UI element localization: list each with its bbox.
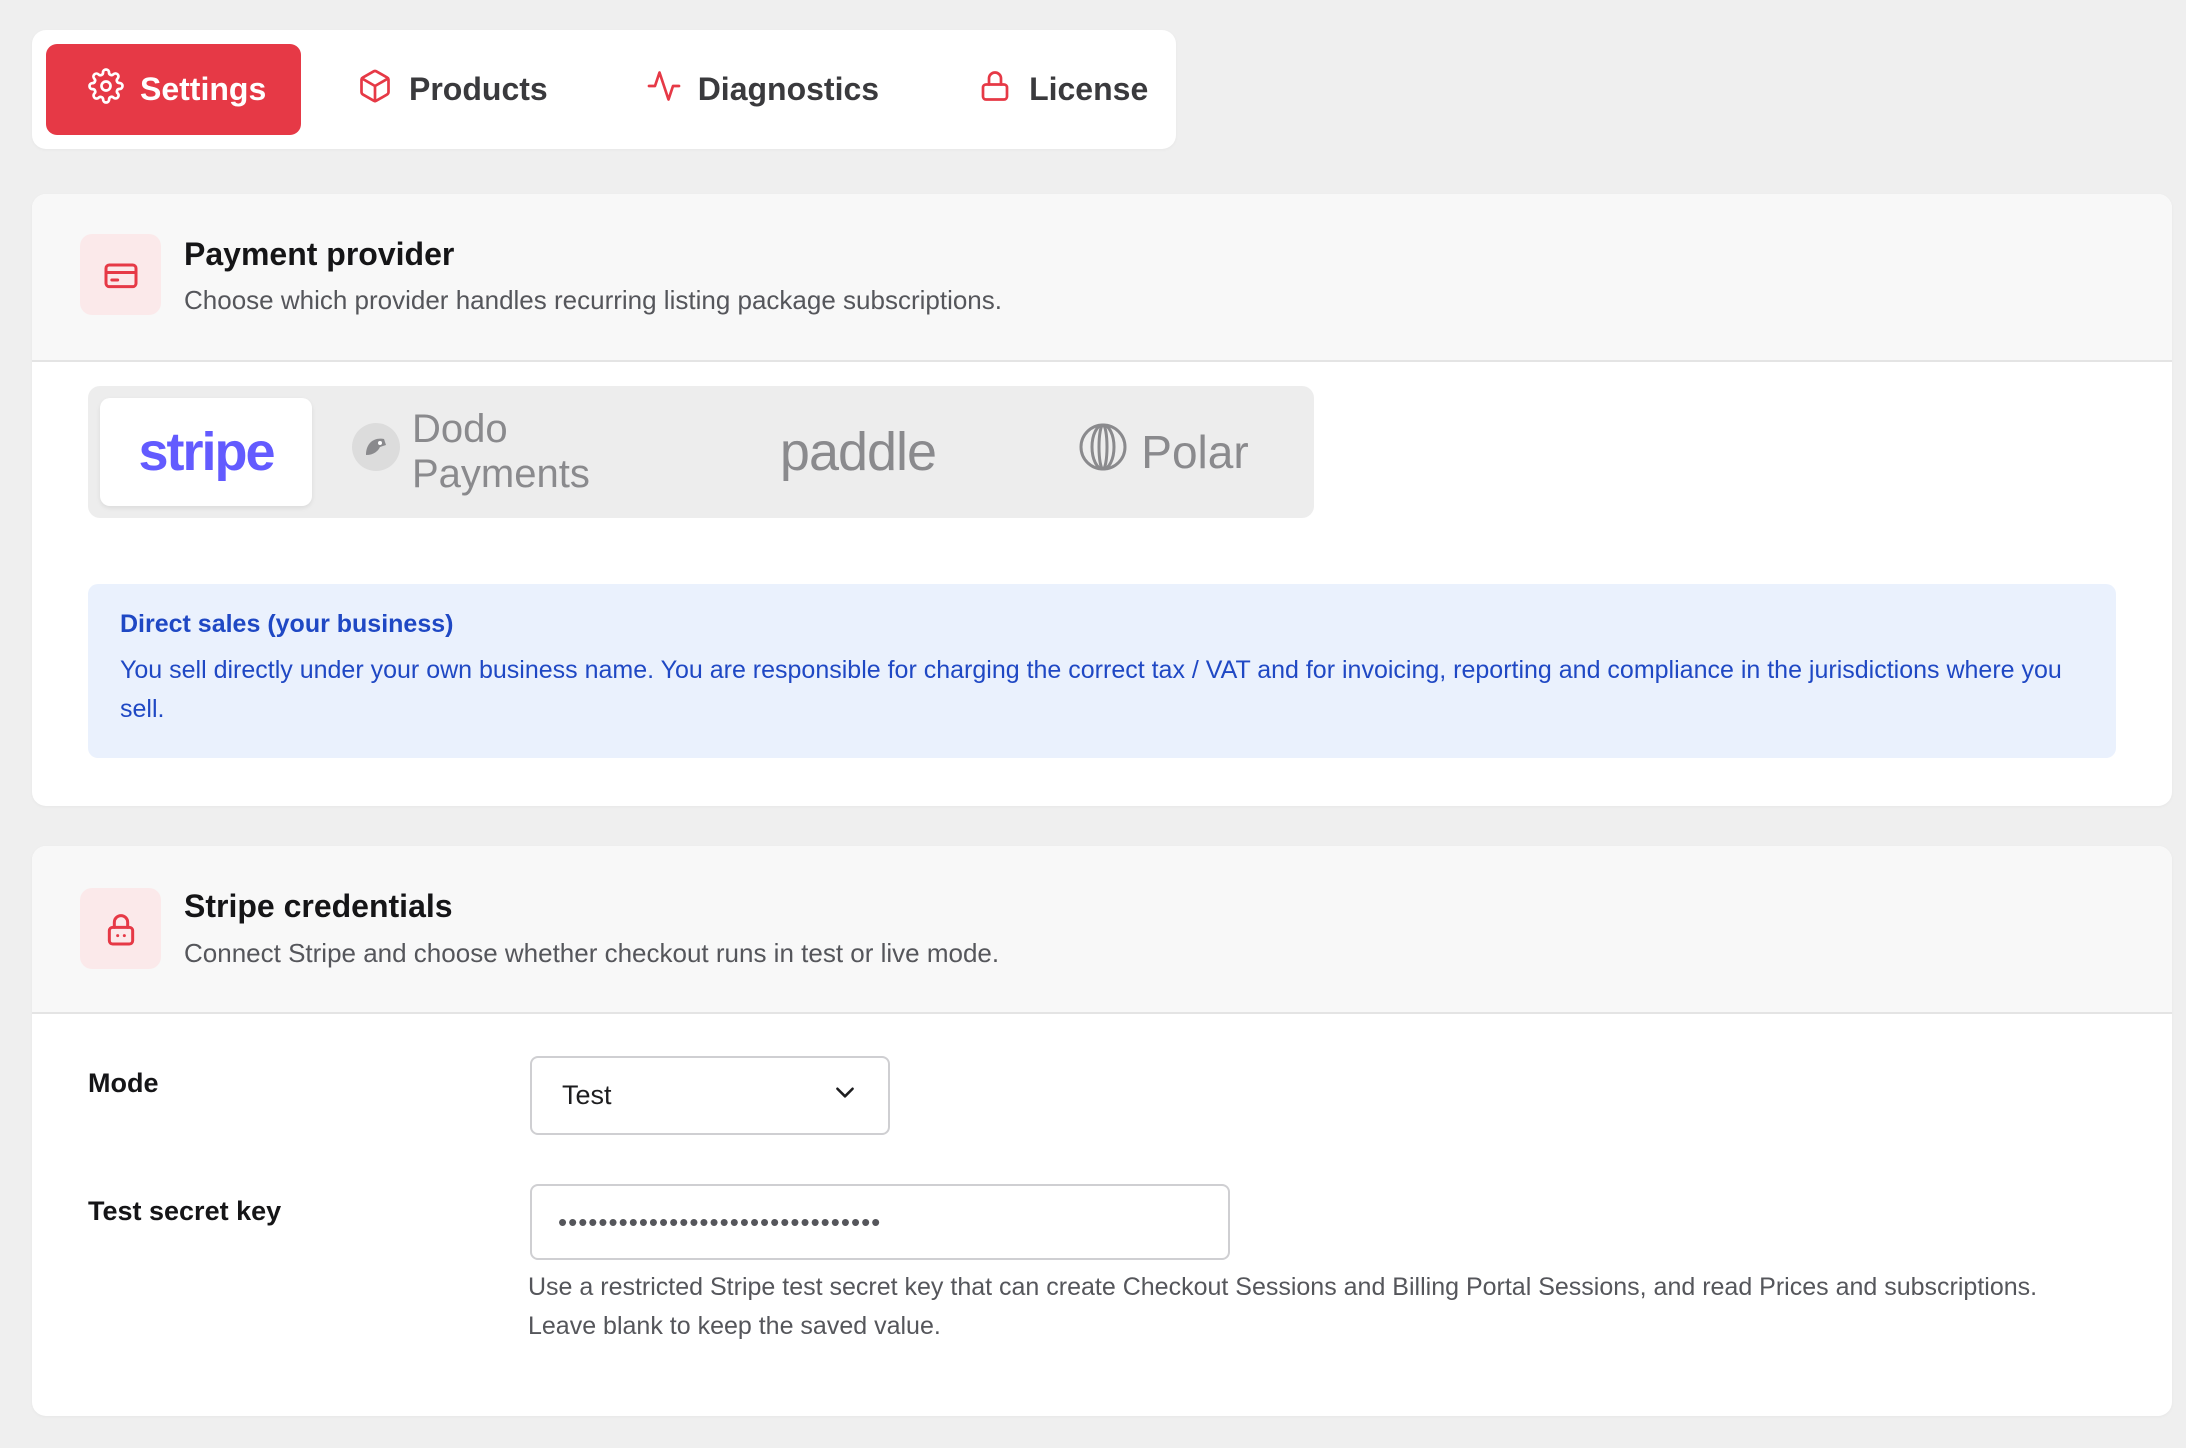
polar-icon bbox=[1077, 421, 1129, 484]
polar-label: Polar bbox=[1141, 426, 1249, 478]
provider-paddle[interactable]: paddle bbox=[708, 398, 1008, 506]
test-secret-key-label: Test secret key bbox=[88, 1196, 282, 1226]
card-title: Stripe credentials bbox=[184, 888, 453, 924]
mode-value: Test bbox=[562, 1080, 612, 1110]
lock-icon bbox=[977, 68, 1013, 112]
notice-title: Direct sales (your business) bbox=[120, 610, 454, 638]
card-subtitle: Choose which provider handles recurring … bbox=[184, 285, 1002, 315]
tab-license[interactable]: License bbox=[977, 44, 1148, 135]
stripe-logo: stripe bbox=[138, 422, 275, 482]
direct-sales-notice: Direct sales (your business) You sell di… bbox=[88, 584, 2116, 758]
provider-selector: stripe Dodo Payments paddle Polar bbox=[88, 386, 1314, 518]
card-header: Stripe credentials Connect Stripe and ch… bbox=[32, 846, 2172, 1014]
tab-label: Settings bbox=[140, 71, 267, 107]
provider-polar[interactable]: Polar bbox=[1028, 398, 1298, 506]
pulse-icon bbox=[646, 68, 682, 112]
tab-diagnostics[interactable]: Diagnostics bbox=[646, 44, 879, 135]
card-subtitle: Connect Stripe and choose whether checko… bbox=[184, 938, 1000, 968]
help-line: Leave blank to keep the saved value. bbox=[528, 1312, 941, 1340]
tab-label: License bbox=[1029, 71, 1149, 107]
card-title: Payment provider bbox=[184, 236, 455, 272]
credit-card-icon bbox=[80, 234, 161, 315]
dodo-icon bbox=[350, 421, 402, 483]
chevron-down-icon bbox=[832, 1079, 858, 1112]
main-tabs: Settings Products Diagnostics License bbox=[32, 30, 1176, 149]
provider-dodo-payments[interactable]: Dodo Payments bbox=[350, 398, 670, 506]
tab-products[interactable]: Products bbox=[357, 44, 548, 135]
test-secret-key-input[interactable]: •••••••••••••••••••••••••••••••• bbox=[530, 1184, 1230, 1260]
lock-icon bbox=[80, 888, 161, 969]
tab-label: Diagnostics bbox=[697, 71, 880, 107]
card-header: Payment provider Choose which provider h… bbox=[32, 194, 2172, 362]
mode-label: Mode bbox=[88, 1068, 159, 1098]
paddle-logo: paddle bbox=[779, 422, 937, 482]
box-icon bbox=[357, 68, 393, 112]
provider-stripe[interactable]: stripe bbox=[100, 398, 312, 506]
mode-select[interactable]: Test bbox=[530, 1056, 890, 1135]
tab-settings[interactable]: Settings bbox=[46, 44, 301, 135]
stripe-credentials-card: Stripe credentials Connect Stripe and ch… bbox=[32, 846, 2172, 1416]
tab-label: Products bbox=[409, 71, 548, 107]
notice-text: You sell directly under your own busines… bbox=[120, 656, 2062, 723]
gear-icon bbox=[88, 67, 124, 112]
masked-key: •••••••••••••••••••••••••••••••• bbox=[558, 1206, 882, 1237]
dodo-label: Dodo Payments bbox=[412, 407, 590, 496]
key-help-text: Use a restricted Stripe test secret key … bbox=[528, 1268, 2148, 1346]
help-line: Use a restricted Stripe test secret key … bbox=[528, 1273, 2038, 1301]
payment-provider-card: Payment provider Choose which provider h… bbox=[32, 194, 2172, 806]
